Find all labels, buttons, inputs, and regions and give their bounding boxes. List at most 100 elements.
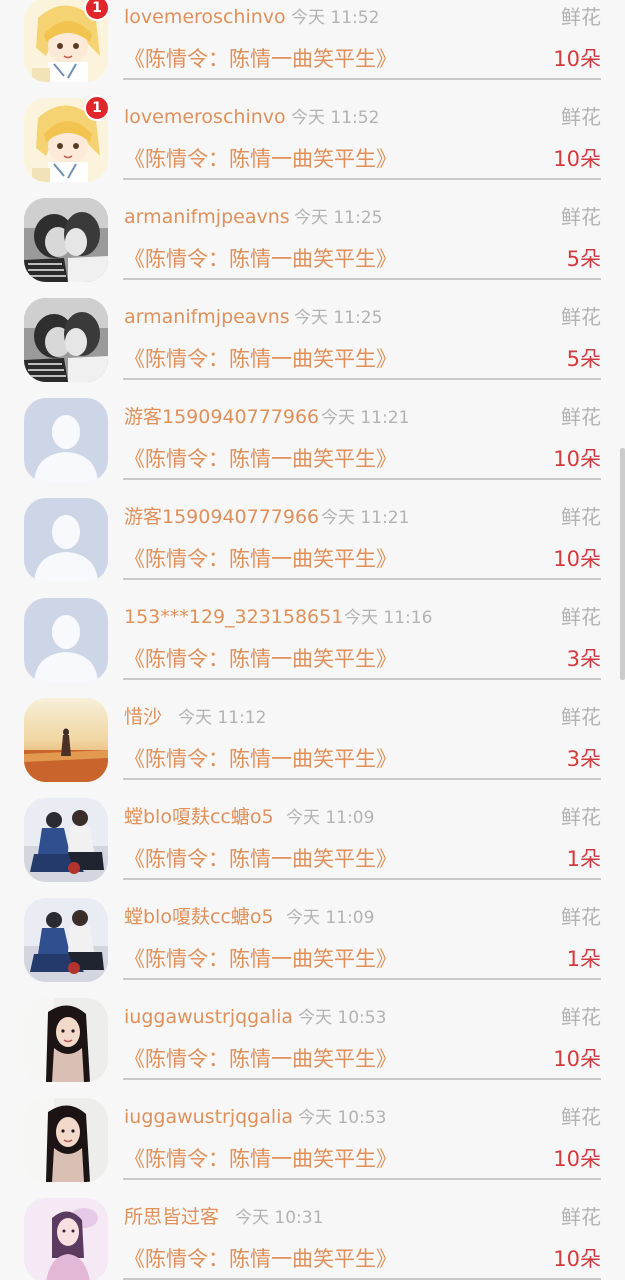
user-name[interactable]: 游客1590940777966 [124,404,319,430]
user-name[interactable]: armanifmjpeavns [124,304,290,330]
timestamp: 今天 11:52 [291,8,380,28]
gift-record-row[interactable]: armanifmjpeavns 今天 11:25 鲜花《陈情令：陈情一曲笑平生》 5朵 [0,298,625,398]
row-divider [123,278,601,280]
timestamp: 今天 11:21 [321,508,410,528]
timestamp: 今天 11:25 [294,208,383,228]
gift-type-label: 鲜花 [561,105,601,129]
gift-type-label: 鲜花 [561,5,601,29]
gift-record-row[interactable]: 1 lovemeroschinvo 今天 11:52 鲜花 《陈情令：陈情一曲笑平生》 1… [0,0,625,98]
book-title-link[interactable]: 《陈情令：陈情一曲笑平生》 [124,445,397,473]
avatar[interactable] [24,198,108,282]
book-title-link[interactable]: 《陈情令：陈情一曲笑平生》 [124,245,397,273]
timestamp: 今天 11:21 [321,408,410,428]
gift-record-row[interactable]: armanifmjpeavns 今天 11:25 鲜花《陈情令：陈情一曲笑平生》 5朵 [0,198,625,298]
row-divider [123,678,601,680]
gift-record-row[interactable]: 所思皆过客 今天 10:31 鲜花 《陈情令：陈情一曲笑平生》 10朵 [0,1198,625,1280]
avatar[interactable] [24,298,108,382]
notification-badge: 1 [84,95,110,121]
gift-type-label: 鲜花 [561,905,601,929]
avatar[interactable] [24,1198,108,1280]
book-title-link[interactable]: 《陈情令：陈情一曲笑平生》 [124,1045,397,1073]
row-divider [123,1178,601,1180]
book-title-link[interactable]: 《陈情令：陈情一曲笑平生》 [124,1145,397,1173]
avatar[interactable] [24,498,108,582]
row-divider [123,1078,601,1080]
gift-record-row[interactable]: iuggawustrjqgalia 今天 10:53 鲜花 《陈情令：陈情一曲笑平生》… [0,1098,625,1198]
user-name[interactable]: 153***129_323158651 [124,604,343,630]
gift-record-list[interactable]: 1 lovemeroschinvo 今天 11:52 鲜花 《陈情令：陈情一曲笑平生》 1… [0,0,625,1280]
row-divider [123,378,601,380]
gift-record-row[interactable]: 游客1590940777966 今天 11:21 鲜花《陈情令：陈情一曲笑平生》 10… [0,498,625,598]
avatar[interactable] [24,798,108,882]
avatar[interactable] [24,998,108,1082]
row-divider [123,478,601,480]
gift-record-row[interactable]: 螳blo嗄麸cc螗o5 今天 11:09 鲜花 《陈情令：陈情一曲笑平生》 1朵 [0,898,625,998]
gift-type-label: 鲜花 [561,1005,601,1029]
gift-type-label: 鲜花 [561,605,601,629]
gift-amount: 10朵 [553,1147,601,1171]
timestamp: 今天 11:52 [291,108,380,128]
gift-type-label: 鲜花 [561,1105,601,1129]
user-name[interactable]: lovemeroschinvo [124,4,286,30]
gift-amount: 1朵 [566,947,601,971]
gift-record-row[interactable]: 惜沙 今天 11:12 鲜花《陈情令：陈情一曲笑平生》 3朵 [0,698,625,798]
gift-amount: 3朵 [566,747,601,771]
gift-amount: 1朵 [566,847,601,871]
book-title-link[interactable]: 《陈情令：陈情一曲笑平生》 [124,1245,397,1273]
user-name[interactable]: lovemeroschinvo [124,104,286,130]
user-name[interactable]: 游客1590940777966 [124,504,319,530]
timestamp: 今天 10:31 [235,1208,324,1228]
gift-type-label: 鲜花 [561,705,601,729]
gift-amount: 10朵 [553,47,601,71]
gift-amount: 5朵 [566,247,601,271]
user-name[interactable]: 螳blo嗄麸cc螗o5 [124,804,274,830]
user-name[interactable]: armanifmjpeavns [124,204,290,230]
book-title-link[interactable]: 《陈情令：陈情一曲笑平生》 [124,145,397,173]
gift-amount: 10朵 [553,1247,601,1271]
book-title-link[interactable]: 《陈情令：陈情一曲笑平生》 [124,545,397,573]
row-divider [123,778,601,780]
gift-type-label: 鲜花 [561,805,601,829]
book-title-link[interactable]: 《陈情令：陈情一曲笑平生》 [124,645,397,673]
gift-record-row[interactable]: 螳blo嗄麸cc螗o5 今天 11:09 鲜花 《陈情令：陈情一曲笑平生》 1朵 [0,798,625,898]
row-divider [123,78,601,80]
user-name[interactable]: 所思皆过客 [124,1204,219,1230]
gift-type-label: 鲜花 [561,305,601,329]
gift-record-row[interactable]: iuggawustrjqgalia 今天 10:53 鲜花《陈情令：陈情一曲笑平生》… [0,998,625,1098]
row-divider [123,878,601,880]
row-divider [123,578,601,580]
gift-amount: 3朵 [566,647,601,671]
avatar[interactable] [24,598,108,682]
gift-record-row[interactable]: 游客1590940777966 今天 11:21 鲜花《陈情令：陈情一曲笑平生》 10… [0,398,625,498]
avatar[interactable] [24,398,108,482]
gift-amount: 10朵 [553,147,601,171]
row-divider [123,978,601,980]
gift-record-row[interactable]: 1 lovemeroschinvo 今天 11:52 鲜花《陈情令：陈情一曲笑平生》 1… [0,95,625,198]
timestamp: 今天 11:16 [344,608,433,628]
gift-type-label: 鲜花 [561,205,601,229]
user-name[interactable]: 螳blo嗄麸cc螗o5 [124,904,274,930]
avatar[interactable] [24,898,108,982]
gift-amount: 10朵 [553,447,601,471]
user-name[interactable]: 惜沙 [124,704,162,730]
gift-amount: 10朵 [553,547,601,571]
user-name[interactable]: iuggawustrjqgalia [124,1004,293,1030]
user-name[interactable]: iuggawustrjqgalia [124,1104,293,1130]
gift-amount: 5朵 [566,347,601,371]
scrollbar[interactable] [620,448,625,680]
timestamp: 今天 10:53 [298,1008,387,1028]
row-divider [123,178,601,180]
book-title-link[interactable]: 《陈情令：陈情一曲笑平生》 [124,745,397,773]
book-title-link[interactable]: 《陈情令：陈情一曲笑平生》 [124,945,397,973]
book-title-link[interactable]: 《陈情令：陈情一曲笑平生》 [124,45,397,73]
gift-type-label: 鲜花 [561,505,601,529]
avatar[interactable] [24,1098,108,1182]
gift-type-label: 鲜花 [561,405,601,429]
gift-record-row[interactable]: 153***129_323158651 今天 11:16 鲜花《陈情令：陈情一曲笑平… [0,598,625,698]
avatar[interactable] [24,698,108,782]
timestamp: 今天 11:12 [178,708,267,728]
gift-amount: 10朵 [553,1047,601,1071]
book-title-link[interactable]: 《陈情令：陈情一曲笑平生》 [124,845,397,873]
timestamp: 今天 11:25 [294,308,383,328]
book-title-link[interactable]: 《陈情令：陈情一曲笑平生》 [124,345,397,373]
